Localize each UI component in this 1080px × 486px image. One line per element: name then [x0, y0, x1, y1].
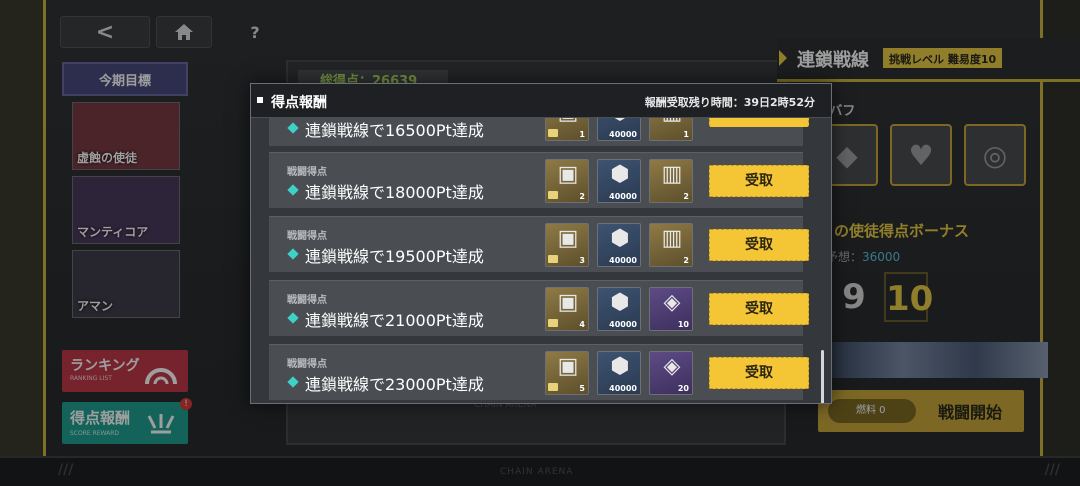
reward-condition: 連鎖戦線で21000Pt達成 [305, 311, 484, 330]
crate-icon: ▣ [546, 118, 590, 125]
diamond-icon [287, 184, 299, 196]
capsule-icon: ▥ [661, 226, 683, 251]
capsule-icon: ▥ [661, 162, 683, 187]
reward-category: 戦闘得点 [287, 231, 327, 242]
reward-row: 戦闘得点 連鎖戦線で18000Pt達成 ▣ 2 ⬢ 40000 ▥ 2 受取 [269, 152, 809, 208]
item-tag [548, 383, 558, 391]
gem-icon: ⬢ [598, 118, 642, 125]
reward-condition: 連鎖戦線で19500Pt達成 [305, 247, 484, 266]
reward-item[interactable]: ▣ 3 [545, 223, 589, 267]
reward-item[interactable]: ▣ 2 [545, 159, 589, 203]
gem-icon: ⬢ [610, 354, 630, 379]
modal-title: 得点報酬 [271, 95, 327, 111]
reward-condition: 連鎖戦線で23000Pt達成 [305, 375, 484, 394]
claim-button[interactable]: 受取 [709, 293, 809, 325]
reward-row: 連鎖戦線で16500Pt達成 ▣1 ⬢40000 ▥1 [269, 118, 809, 146]
diamond-icon [287, 312, 299, 324]
diamond-icon [287, 122, 299, 134]
diamond-icon [287, 376, 299, 388]
claim-button[interactable]: 受取 [709, 165, 809, 197]
item-tag [548, 255, 558, 263]
reward-row: 戦闘得点 連鎖戦線で21000Pt達成 ▣ 4 ⬢ 40000 ◈ 10 受取 [269, 280, 809, 336]
reward-item[interactable]: ⬢40000 [597, 351, 641, 395]
reward-category: 戦闘得点 [287, 359, 327, 370]
reward-row: 戦闘得点 連鎖戦線で23000Pt達成 ▣ 5 ⬢ 40000 ◈ 20 受取 [269, 344, 809, 400]
item-tag [548, 129, 558, 137]
reward-item[interactable]: ◈ 10 [649, 287, 693, 331]
reward-item[interactable]: ⬢40000 [597, 159, 641, 203]
reward-row: 戦闘得点 連鎖戦線で19500Pt達成 ▣ 3 ⬢ 40000 ▥ 2 受取 [269, 216, 809, 272]
reward-item[interactable]: ⬢40000 [597, 118, 641, 141]
reward-condition: 連鎖戦線で18000Pt達成 [305, 183, 484, 202]
modal-header: 得点報酬 報酬受取残り時間：39日2時52分 [251, 84, 831, 118]
claim-button[interactable]: 受取 [709, 357, 809, 389]
reward-category: 戦闘得点 [287, 167, 327, 178]
diamond-icon [287, 248, 299, 260]
cube-icon: ◈ [663, 354, 681, 379]
gem-icon: ⬢ [610, 226, 630, 251]
crate-icon: ▣ [557, 226, 579, 251]
reward-item[interactable]: ▥ 2 [649, 223, 693, 267]
reward-item[interactable]: ▣1 [545, 118, 589, 141]
reward-item[interactable]: ▣ 4 [545, 287, 589, 331]
gem-icon: ⬢ [610, 162, 630, 187]
cube-icon: ◈ [663, 290, 681, 315]
reward-item[interactable]: ▣ 5 [545, 351, 589, 395]
reward-list[interactable]: 連鎖戦線で16500Pt達成 ▣1 ⬢40000 ▥1 戦闘得点 連鎖戦線で18… [251, 118, 831, 403]
crate-icon: ▣ [557, 290, 579, 315]
reward-item[interactable]: ◈ 20 [649, 351, 693, 395]
reward-condition: 連鎖戦線で16500Pt達成 [305, 121, 484, 140]
reward-item[interactable]: ▥ 2 [649, 159, 693, 203]
reward-item[interactable]: ▥1 [649, 118, 693, 141]
crate-icon: ▣ [557, 162, 579, 187]
claim-button[interactable] [709, 118, 809, 127]
capsule-icon: ▥ [650, 118, 694, 125]
item-tag [548, 319, 558, 327]
claim-button[interactable]: 受取 [709, 229, 809, 261]
score-reward-modal: 得点報酬 報酬受取残り時間：39日2時52分 連鎖戦線で16500Pt達成 ▣1… [250, 83, 832, 404]
reward-item[interactable]: ⬢40000 [597, 223, 641, 267]
remaining-time: 報酬受取残り時間：39日2時52分 [644, 96, 815, 109]
gem-icon: ⬢ [610, 290, 630, 315]
scrollbar[interactable] [821, 350, 824, 403]
crate-icon: ▣ [557, 354, 579, 379]
item-tag [548, 191, 558, 199]
reward-category: 戦闘得点 [287, 295, 327, 306]
title-marker [257, 97, 263, 103]
reward-item[interactable]: ⬢40000 [597, 287, 641, 331]
